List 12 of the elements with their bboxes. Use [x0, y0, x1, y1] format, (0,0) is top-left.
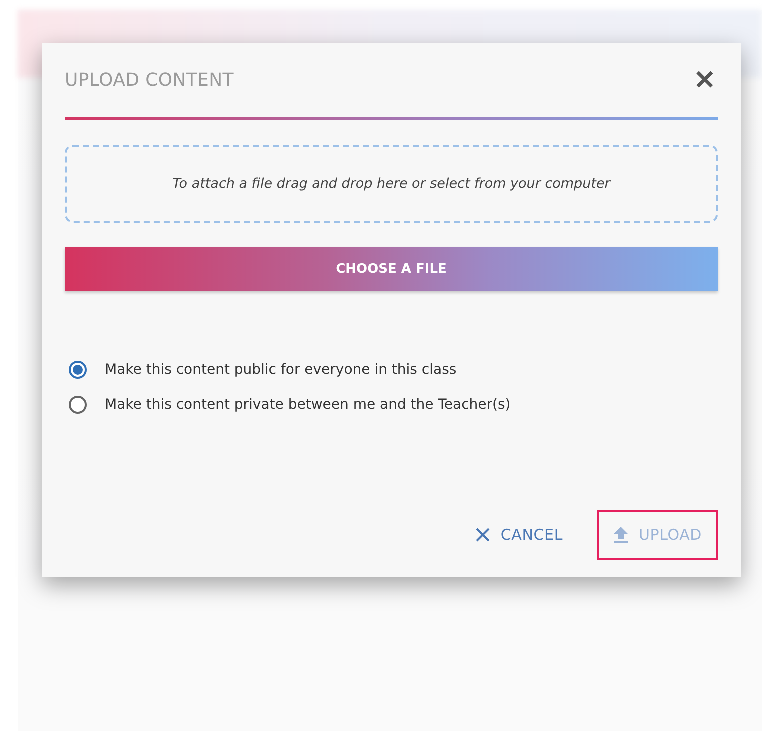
close-button[interactable]: ✕: [692, 64, 718, 96]
drop-hint: To attach a file drag and drop here or select from your computer: [172, 176, 610, 192]
radio-button[interactable]: [69, 361, 87, 379]
drop-zone[interactable]: To attach a file drag and drop here or select from your computer: [65, 145, 718, 223]
option-label: Make this content public for everyone in this class: [105, 362, 457, 378]
dialog-title: UPLOAD CONTENT: [65, 70, 234, 90]
upload-icon: [612, 526, 629, 544]
radio-button[interactable]: [69, 396, 87, 414]
close-icon: [474, 527, 491, 543]
cancel-button[interactable]: CANCEL: [458, 510, 579, 560]
option-label: Make this content private between me and the Teacher(s): [105, 397, 511, 413]
choose-file-button[interactable]: CHOOSE A FILE: [65, 247, 718, 291]
